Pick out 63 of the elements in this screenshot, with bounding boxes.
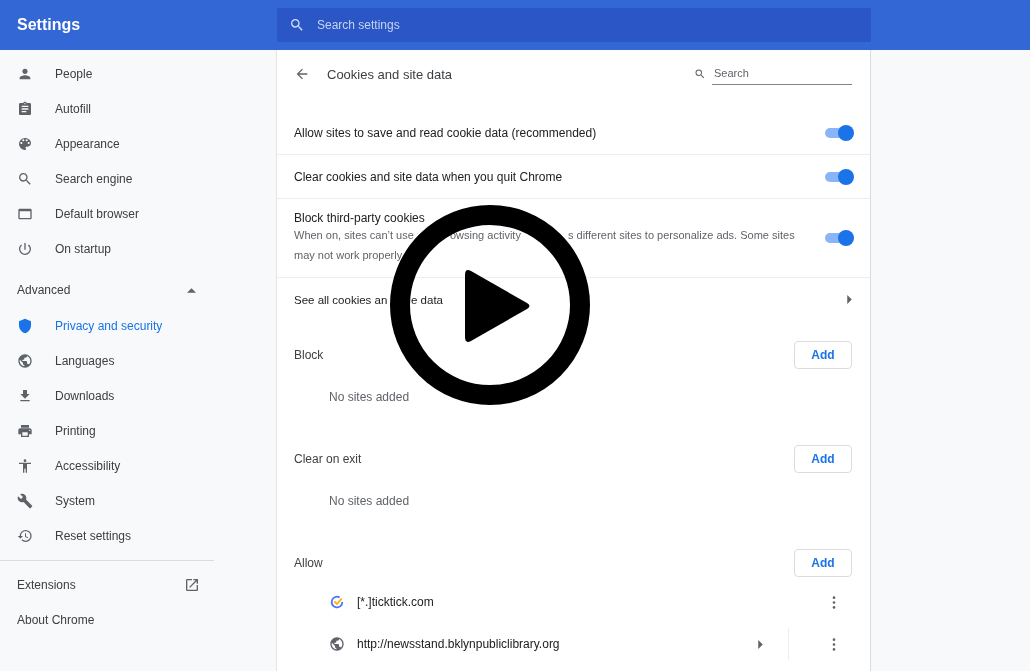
add-button[interactable]: Add	[794, 341, 852, 369]
toggle-switch[interactable]	[825, 233, 852, 243]
sidebar-item[interactable]: Accessibility	[0, 448, 214, 483]
printer-icon	[17, 422, 33, 439]
download-icon	[17, 387, 33, 404]
sidebar-item[interactable]: Reset settings	[0, 518, 214, 553]
sidebar-item[interactable]: Autofill	[0, 91, 214, 126]
app-title: Settings	[16, 16, 82, 34]
setting-description: When on, sites can’t use	[294, 229, 414, 241]
setting-label: Block third-party cookies	[294, 211, 426, 225]
setting-label: Allow sites to save and read cookie data (recommended)	[294, 125, 597, 140]
sidebar-link[interactable]: About Chrome	[0, 602, 214, 637]
site-address: http://newsstand.bklynpubliclibrary.org	[357, 637, 561, 651]
sidebar-item[interactable]: System	[0, 483, 214, 518]
sidebar-item[interactable]: Languages	[0, 343, 214, 378]
empty-message: No sites added	[328, 389, 411, 406]
back-arrow-icon[interactable]	[294, 66, 310, 82]
arrow-right-icon[interactable]	[758, 639, 763, 649]
clipboard-icon	[17, 100, 33, 117]
add-button[interactable]: Add	[794, 549, 852, 577]
empty-message: No sites added	[328, 493, 411, 510]
check-circle-icon	[329, 594, 345, 610]
search-icon	[17, 170, 33, 187]
sidebar-item[interactable]: People	[0, 56, 214, 91]
sidebar-item[interactable]: Default browser	[0, 196, 214, 231]
setting-description: s different sites to personalize ads. Some sites	[568, 229, 795, 241]
more-menu-icon[interactable]	[832, 595, 836, 609]
row-label: e data	[411, 293, 443, 306]
see-all-row[interactable]: See all cookies an e data	[277, 278, 870, 321]
search-field[interactable]: Search settings	[277, 8, 871, 42]
globe-icon	[329, 636, 345, 652]
sidebar-item[interactable]: Printing	[0, 413, 214, 448]
history-icon	[17, 527, 33, 544]
search-icon	[289, 17, 305, 33]
palette-icon	[17, 135, 33, 152]
sidebar-item[interactable]: Downloads	[0, 378, 214, 413]
toggle-switch[interactable]	[825, 171, 852, 182]
row-label: See all cookies an	[294, 293, 388, 306]
site-address: [*.]ticktick.com	[357, 595, 435, 609]
section-title: Allow	[294, 556, 323, 570]
setting-description: owsing activity	[450, 229, 521, 241]
setting-label: Clear cookies and site data when you quit Chrome	[294, 169, 563, 184]
search-icon	[694, 68, 706, 80]
shield-icon	[17, 317, 33, 334]
power-icon	[17, 240, 33, 257]
sidebar-link[interactable]: Extensions	[0, 567, 214, 602]
page-title: Cookies and site data	[327, 66, 454, 82]
advanced-toggle[interactable]: Advanced	[0, 272, 214, 308]
sidebar-item[interactable]: Privacy and security	[0, 308, 214, 343]
sidebar-item[interactable]: Search engine	[0, 161, 214, 196]
section-title: Block	[294, 348, 324, 362]
section-title: Clear on exit	[294, 452, 362, 466]
wrench-icon	[17, 492, 33, 509]
accessibility-icon	[17, 457, 33, 474]
sidebar-item[interactable]: On startup	[0, 231, 214, 266]
add-button[interactable]: Add	[794, 445, 852, 473]
sidebar-item[interactable]: Appearance	[0, 126, 214, 161]
more-menu-icon[interactable]	[832, 637, 836, 651]
toggle-switch[interactable]	[825, 127, 852, 138]
arrow-right-icon	[847, 295, 852, 304]
caret-icon	[187, 287, 196, 293]
setting-description: may not work properly	[294, 249, 403, 261]
globe-icon	[17, 352, 33, 369]
